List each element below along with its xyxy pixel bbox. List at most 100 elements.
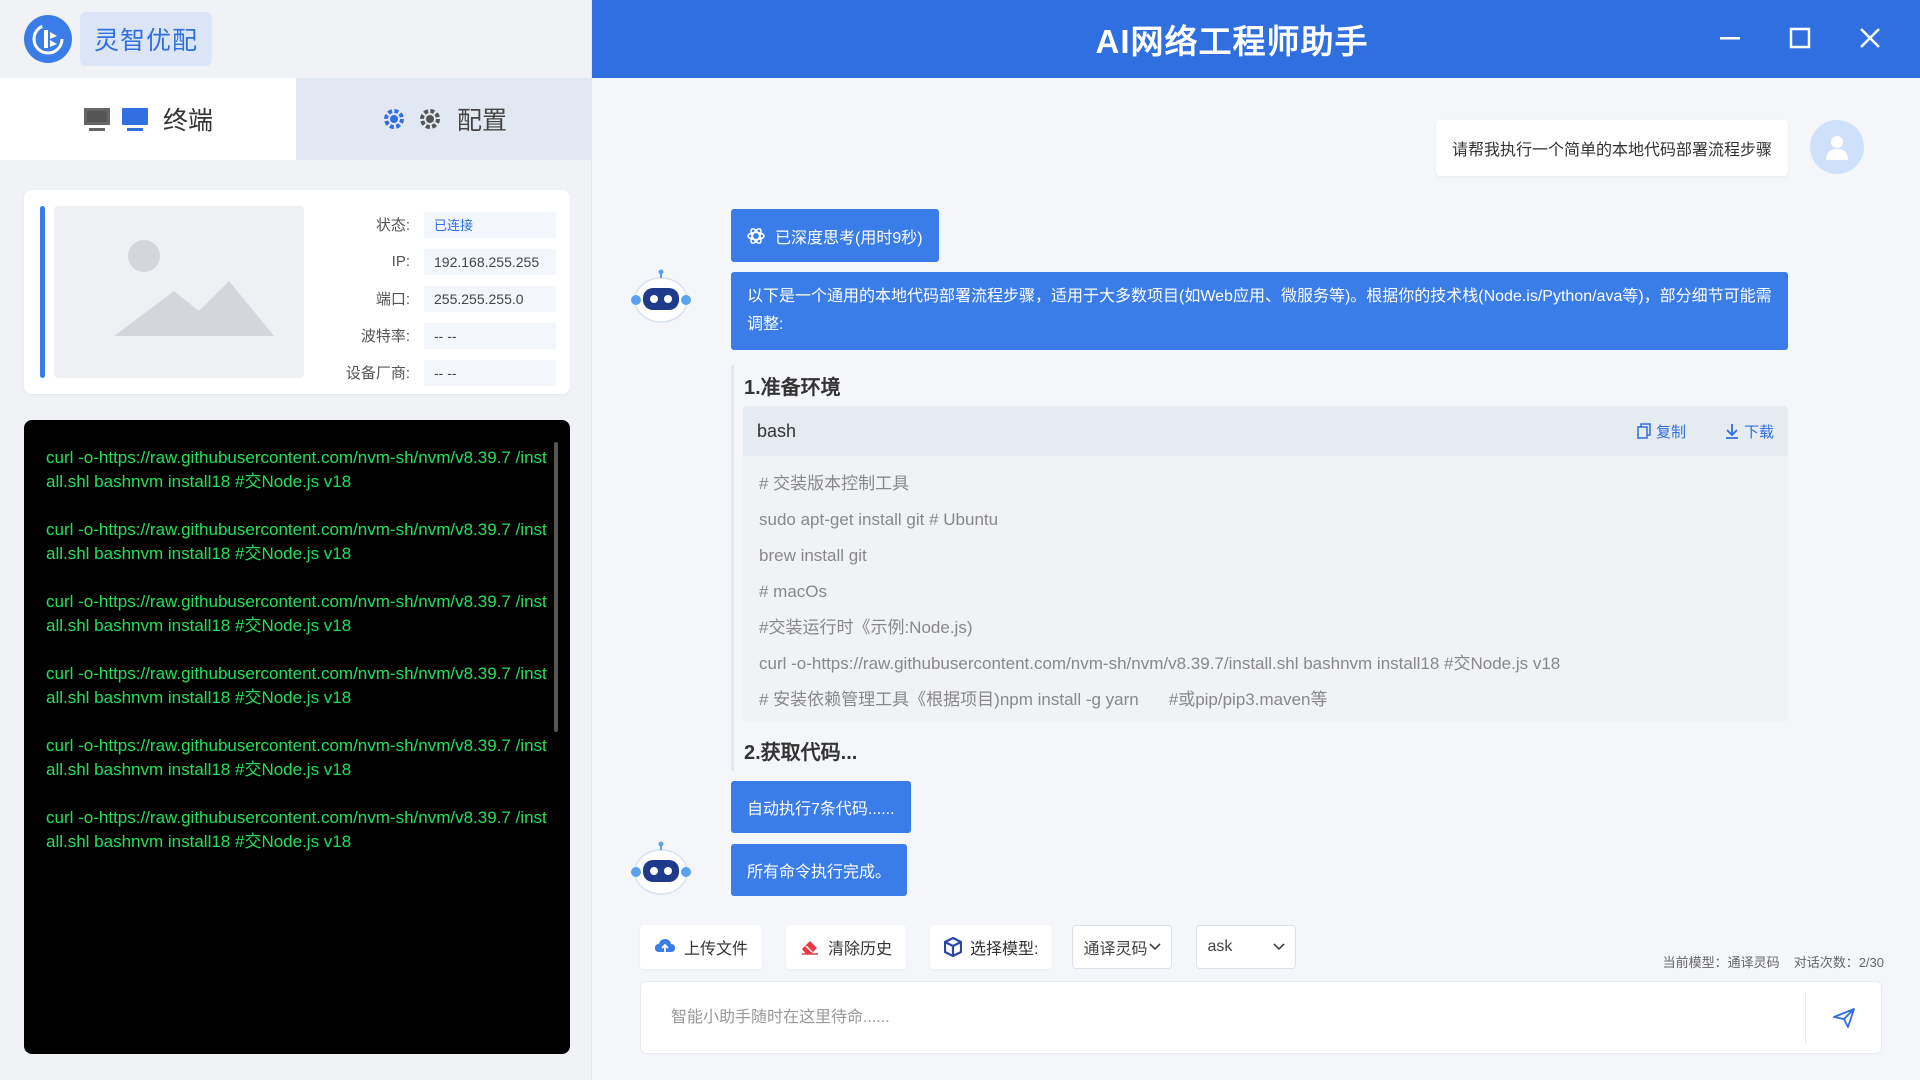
mode-select[interactable]: ask bbox=[1196, 925, 1297, 969]
terminal-line: curl -o-https://raw.githubusercontent.co… bbox=[46, 520, 547, 563]
turn-count-text: 对话次数：2/30 bbox=[1793, 955, 1884, 970]
download-label: 下载 bbox=[1743, 423, 1774, 441]
message-input-box bbox=[640, 981, 1882, 1054]
chat-area: 请帮我执行一个简单的本地代码部署流程步骤 已深度思考(用时9秒) 以下是一个通用… bbox=[592, 78, 1920, 1080]
close-button[interactable] bbox=[1856, 22, 1884, 54]
code-line: curl -o-https://raw.githubusercontent.co… bbox=[759, 654, 1561, 673]
code-line: sudo apt-get install git # Ubuntu bbox=[759, 510, 999, 529]
code-line-part: # 安装依赖管理工具《根据项目)npm install -g yarn bbox=[759, 690, 1139, 709]
left-panel: 灵智优配 终端 配置 状态: 已连接 IP: 192.168.255.255 端… bbox=[0, 0, 592, 1080]
completion-message: 所有命令执行完成。 bbox=[731, 844, 908, 896]
baud-label: 波特率: bbox=[360, 328, 410, 345]
section-heading: 1.准备环境 bbox=[744, 377, 841, 399]
terminal-line: curl -o-https://raw.githubusercontent.co… bbox=[46, 448, 547, 491]
robot-icon bbox=[631, 269, 691, 323]
device-card: 状态: 已连接 IP: 192.168.255.255 端口: 255.255.… bbox=[24, 190, 570, 394]
download-icon bbox=[1725, 424, 1738, 439]
device-image-placeholder bbox=[54, 206, 304, 378]
status-value: 已连接 bbox=[424, 211, 556, 238]
tab-terminal[interactable]: 终端 bbox=[0, 78, 296, 160]
terminal-line: curl -o-https://raw.githubusercontent.co… bbox=[46, 592, 547, 635]
clear-history-label: 清除历史 bbox=[828, 941, 893, 958]
monitor-outline-icon bbox=[83, 107, 111, 131]
bot-avatar bbox=[628, 840, 694, 900]
maximize-button[interactable] bbox=[1786, 22, 1814, 54]
code-line: brew install git bbox=[759, 546, 867, 565]
terminal-scrollbar[interactable] bbox=[554, 442, 558, 732]
chevron-down-icon bbox=[1149, 943, 1162, 951]
window-controls bbox=[1716, 22, 1884, 54]
code-line: #交装运行时《示例:Node.js) bbox=[759, 618, 973, 637]
model-select-value: 通译灵码 bbox=[1083, 941, 1148, 958]
upload-file-label: 上传文件 bbox=[684, 941, 749, 958]
status-row: 状态: 已连接 bbox=[324, 206, 556, 243]
gear-icon bbox=[417, 106, 443, 132]
auto-execute-message[interactable]: 自动执行7条代码...... bbox=[731, 781, 911, 833]
brand-bar: 灵智优配 bbox=[0, 0, 591, 78]
clear-history-button[interactable]: 清除历史 bbox=[786, 925, 907, 969]
ip-value: 192.168.255.255 bbox=[424, 248, 556, 275]
chat-toolbar: 上传文件 清除历史 选择模型: 通译灵码 ask bbox=[640, 925, 1297, 969]
robot-icon bbox=[631, 841, 691, 895]
send-icon bbox=[1832, 1007, 1855, 1028]
copy-icon bbox=[1637, 423, 1651, 439]
message-input[interactable] bbox=[641, 982, 1805, 1053]
tab-config-label: 配置 bbox=[456, 107, 507, 135]
select-model-button[interactable]: 选择模型: bbox=[930, 925, 1053, 969]
terminal-line: curl -o-https://raw.githubusercontent.co… bbox=[46, 664, 547, 707]
minimize-button[interactable] bbox=[1716, 22, 1744, 54]
session-meta: 当前模型：通译灵码 对话次数：2/30 bbox=[1663, 952, 1884, 971]
copy-label: 复制 bbox=[1655, 423, 1686, 441]
maximize-icon bbox=[1789, 27, 1811, 49]
current-model-text: 当前模型：通译灵码 bbox=[1662, 955, 1780, 970]
title-bar: AI网络工程师助手 bbox=[592, 0, 1920, 78]
bot-intro-message: 以下是一个通用的本地代码部署流程步骤，适用于大多数项目(如Web应用、微服务等)… bbox=[731, 272, 1788, 350]
status-label: 状态: bbox=[375, 217, 410, 234]
copy-button[interactable]: 复制 bbox=[1636, 421, 1686, 442]
atom-icon bbox=[747, 227, 765, 245]
brand-name: 灵智优配 bbox=[80, 12, 213, 66]
model-select[interactable]: 通译灵码 bbox=[1072, 925, 1173, 969]
bot-avatar bbox=[628, 268, 694, 328]
vendor-label: 设备厂商: bbox=[345, 365, 410, 382]
code-line-part: #或pip/pip3.maven等 bbox=[1168, 690, 1328, 709]
ip-label: IP: bbox=[391, 253, 410, 270]
port-row: 端口: 255.255.255.0 bbox=[324, 280, 556, 317]
terminal-line: curl -o-https://raw.githubusercontent.co… bbox=[46, 808, 547, 851]
chevron-down-icon bbox=[1273, 943, 1286, 951]
minimize-icon bbox=[1720, 37, 1740, 40]
terminal-line: curl -o-https://raw.githubusercontent.co… bbox=[46, 736, 547, 779]
section-heading: 2.获取代码... bbox=[744, 742, 858, 764]
code-header: bash 复制 下载 bbox=[743, 406, 1788, 456]
baud-row: 波特率: -- -- bbox=[324, 317, 556, 354]
cube-icon bbox=[944, 937, 963, 957]
deep-think-toggle[interactable]: 已深度思考(用时9秒) bbox=[731, 209, 939, 262]
app-logo bbox=[24, 15, 72, 63]
code-line: # 交装版本控制工具 bbox=[759, 474, 910, 493]
code-line: # 安装依赖管理工具《根据项目)npm install -g yarn #或pip… bbox=[759, 682, 1772, 718]
user-message: 请帮我执行一个简单的本地代码部署流程步骤 bbox=[1435, 120, 1788, 176]
app-title: AI网络工程师助手 bbox=[1095, 23, 1369, 60]
vendor-value: -- -- bbox=[424, 359, 556, 386]
device-info: 状态: 已连接 IP: 192.168.255.255 端口: 255.255.… bbox=[324, 206, 556, 391]
deep-think-label: 已深度思考(用时9秒) bbox=[775, 229, 923, 247]
gear-blue-icon bbox=[381, 106, 407, 132]
eraser-icon bbox=[800, 938, 820, 956]
port-label: 端口: bbox=[375, 291, 410, 308]
baud-value: -- -- bbox=[424, 322, 556, 349]
download-button[interactable]: 下载 bbox=[1724, 421, 1774, 442]
tab-config[interactable]: 配置 bbox=[296, 78, 592, 160]
tab-bar: 终端 配置 bbox=[0, 78, 592, 160]
terminal-output[interactable]: curl -o-https://raw.githubusercontent.co… bbox=[24, 420, 570, 1054]
send-button[interactable] bbox=[1805, 991, 1881, 1044]
mode-select-value: ask bbox=[1207, 938, 1233, 955]
tab-terminal-label: 终端 bbox=[162, 107, 213, 135]
code-line: # macOs bbox=[759, 582, 828, 601]
select-model-label: 选择模型: bbox=[970, 941, 1039, 958]
upload-file-button[interactable]: 上传文件 bbox=[640, 925, 763, 969]
code-body: # 交装版本控制工具 sudo apt-get install git # Ub… bbox=[743, 456, 1788, 722]
vendor-row: 设备厂商: -- -- bbox=[324, 354, 556, 391]
code-block: bash 复制 下载 # 交装版本控制工具 sudo apt-get insta… bbox=[743, 406, 1788, 722]
bot-answer: 1.准备环境 bash 复制 下载 # 交装版本控制工具 sudo apt-ge… bbox=[731, 365, 1788, 771]
code-language: bash bbox=[757, 420, 797, 441]
